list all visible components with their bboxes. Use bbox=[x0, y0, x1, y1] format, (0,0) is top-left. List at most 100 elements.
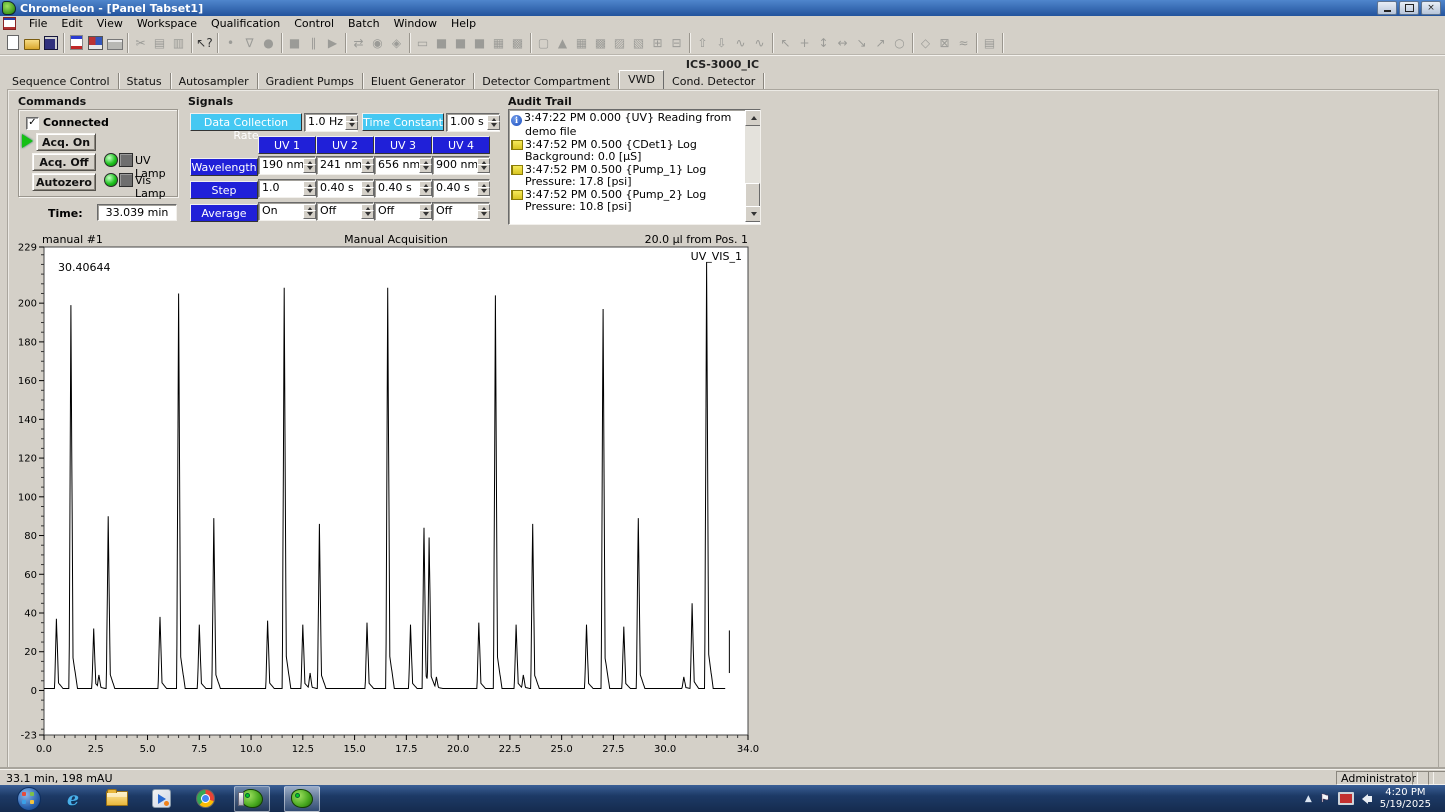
action-center-flag-icon[interactable]: ⚑ bbox=[1320, 792, 1330, 805]
uv-lamp-toggle[interactable] bbox=[119, 153, 133, 167]
channel-button-1[interactable]: UV 1 bbox=[258, 136, 316, 154]
channel-button-2[interactable]: UV 2 bbox=[316, 136, 374, 154]
spin-down-icon[interactable] bbox=[361, 164, 374, 174]
average-button[interactable]: Average bbox=[190, 204, 258, 222]
context-help-icon[interactable]: ↖? bbox=[195, 34, 214, 52]
tab-cond-detector[interactable]: Cond. Detector bbox=[664, 73, 764, 89]
window-new-icon[interactable]: ▢ bbox=[534, 34, 553, 52]
panel-filled-2-icon[interactable]: ■ bbox=[451, 34, 470, 52]
spin-down-icon[interactable] bbox=[419, 210, 432, 220]
menu-help[interactable]: Help bbox=[444, 16, 483, 31]
scroll-thumb[interactable] bbox=[745, 183, 760, 207]
layout-a-icon[interactable]: ▦ bbox=[572, 34, 591, 52]
step-field-3[interactable]: 0.40 s bbox=[374, 179, 432, 198]
channel-button-4[interactable]: UV 4 bbox=[432, 136, 490, 154]
taskbar-item-media-player[interactable] bbox=[146, 787, 176, 811]
wavelength-button[interactable]: Wavelength bbox=[190, 158, 258, 176]
wavelength-field-1[interactable]: 190 nm bbox=[258, 156, 316, 175]
spin-down-icon[interactable] bbox=[361, 187, 374, 197]
channel-button-3[interactable]: UV 3 bbox=[374, 136, 432, 154]
wavelength-field-3[interactable]: 656 nm bbox=[374, 156, 432, 175]
record-icon[interactable]: ● bbox=[259, 34, 278, 52]
print-plot-icon[interactable]: ▤ bbox=[980, 34, 999, 52]
crosshair-icon[interactable]: ⊠ bbox=[935, 34, 954, 52]
spin-down-icon[interactable] bbox=[419, 187, 432, 197]
acq-off-button[interactable]: Acq. Off bbox=[32, 153, 96, 171]
layout-c-icon[interactable]: ▨ bbox=[610, 34, 629, 52]
panel-filled-1-icon[interactable]: ■ bbox=[432, 34, 451, 52]
autozero-button[interactable]: Autozero bbox=[32, 173, 96, 191]
vis-lamp-toggle[interactable] bbox=[119, 173, 133, 187]
monitor-baseline-icon[interactable]: ◉ bbox=[368, 34, 387, 52]
menu-file[interactable]: File bbox=[22, 16, 54, 31]
connect-icon[interactable]: ⇄ bbox=[349, 34, 368, 52]
audit-trail-list[interactable]: i3:47:22 PM 0.000 {UV} Reading from demo… bbox=[508, 109, 761, 225]
data-collection-rate-field[interactable]: 1.0 Hz bbox=[304, 113, 358, 132]
taskbar-item-file-explorer[interactable] bbox=[102, 787, 132, 811]
select-up-icon[interactable]: ↗ bbox=[871, 34, 890, 52]
spin-down-icon[interactable] bbox=[345, 121, 358, 131]
zoom-vertical-icon[interactable]: ↕ bbox=[814, 34, 833, 52]
taskbar-item-chrome[interactable] bbox=[190, 787, 220, 811]
hold-icon[interactable]: ∥ bbox=[304, 34, 323, 52]
stop-icon[interactable]: ■ bbox=[285, 34, 304, 52]
scroll-up-icon[interactable] bbox=[745, 110, 761, 126]
menu-qualification[interactable]: Qualification bbox=[204, 16, 287, 31]
step-button[interactable]: Step bbox=[190, 181, 258, 199]
menu-control[interactable]: Control bbox=[287, 16, 341, 31]
save-icon[interactable] bbox=[41, 34, 60, 52]
display-tray-icon[interactable] bbox=[1338, 792, 1354, 805]
layout-split-icon[interactable]: ⊟ bbox=[667, 34, 686, 52]
minimize-button[interactable] bbox=[1377, 1, 1397, 15]
connected-checkbox[interactable]: ✓ bbox=[26, 117, 39, 130]
annotate-icon[interactable]: ◇ bbox=[916, 34, 935, 52]
spin-down-icon[interactable] bbox=[477, 187, 490, 197]
step-field-2[interactable]: 0.40 s bbox=[316, 179, 374, 198]
start-icon[interactable]: ▶ bbox=[323, 34, 342, 52]
panel-mixed-icon[interactable]: ▩ bbox=[508, 34, 527, 52]
panel-tabset-icon[interactable] bbox=[86, 34, 105, 52]
menu-batch[interactable]: Batch bbox=[341, 16, 387, 31]
taskbar-clock[interactable]: 4:20 PM 5/19/2025 bbox=[1380, 787, 1431, 811]
wavelength-field-2[interactable]: 241 nm bbox=[316, 156, 374, 175]
pointer-icon[interactable]: ↖ bbox=[776, 34, 795, 52]
spin-down-icon[interactable] bbox=[487, 121, 500, 131]
maximize-button[interactable] bbox=[1399, 1, 1419, 15]
spin-down-icon[interactable] bbox=[477, 164, 490, 174]
spin-down-icon[interactable] bbox=[477, 210, 490, 220]
tab-status[interactable]: Status bbox=[119, 73, 171, 89]
layout-d-icon[interactable]: ▧ bbox=[629, 34, 648, 52]
cut-icon[interactable]: ✂ bbox=[131, 34, 150, 52]
paste-icon[interactable]: ▥ bbox=[169, 34, 188, 52]
signal-plot-icon[interactable]: ▲ bbox=[553, 34, 572, 52]
step-field-1[interactable]: 1.0 bbox=[258, 179, 316, 198]
wavelength-field-4[interactable]: 900 nm bbox=[432, 156, 490, 175]
average-field-4[interactable]: Off bbox=[432, 202, 490, 221]
chart-plot[interactable]: 229200180160140120100806040200-230.02.55… bbox=[10, 233, 770, 768]
tab-eluent-generator[interactable]: Eluent Generator bbox=[363, 73, 474, 89]
select-down-icon[interactable]: ↘ bbox=[852, 34, 871, 52]
close-button[interactable]: × bbox=[1421, 1, 1441, 15]
spin-down-icon[interactable] bbox=[303, 164, 316, 174]
zoom-horizontal-icon[interactable]: ↔ bbox=[833, 34, 852, 52]
copy-icon[interactable]: ▤ bbox=[150, 34, 169, 52]
tab-sequence-control[interactable]: Sequence Control bbox=[4, 73, 119, 89]
layout-grid-icon[interactable]: ⊞ bbox=[648, 34, 667, 52]
menu-edit[interactable]: Edit bbox=[54, 16, 89, 31]
tray-expand-icon[interactable]: ▲ bbox=[1305, 794, 1312, 804]
tab-gradient-pumps[interactable]: Gradient Pumps bbox=[258, 73, 363, 89]
load-method-icon[interactable]: ⇧ bbox=[693, 34, 712, 52]
menu-view[interactable]: View bbox=[90, 16, 130, 31]
spin-down-icon[interactable] bbox=[303, 187, 316, 197]
average-field-1[interactable]: On bbox=[258, 202, 316, 221]
open-folder-icon[interactable] bbox=[22, 34, 41, 52]
overlay-icon[interactable]: ≈ bbox=[954, 34, 973, 52]
wave-trace-2-icon[interactable]: ∿ bbox=[750, 34, 769, 52]
menu-workspace[interactable]: Workspace bbox=[130, 16, 204, 31]
spin-down-icon[interactable] bbox=[361, 210, 374, 220]
find-icon[interactable]: ○ bbox=[890, 34, 909, 52]
volume-icon[interactable] bbox=[1362, 794, 1372, 804]
layout-b-icon[interactable]: ▩ bbox=[591, 34, 610, 52]
save-method-icon[interactable]: ⇩ bbox=[712, 34, 731, 52]
panel-filled-3-icon[interactable]: ■ bbox=[470, 34, 489, 52]
